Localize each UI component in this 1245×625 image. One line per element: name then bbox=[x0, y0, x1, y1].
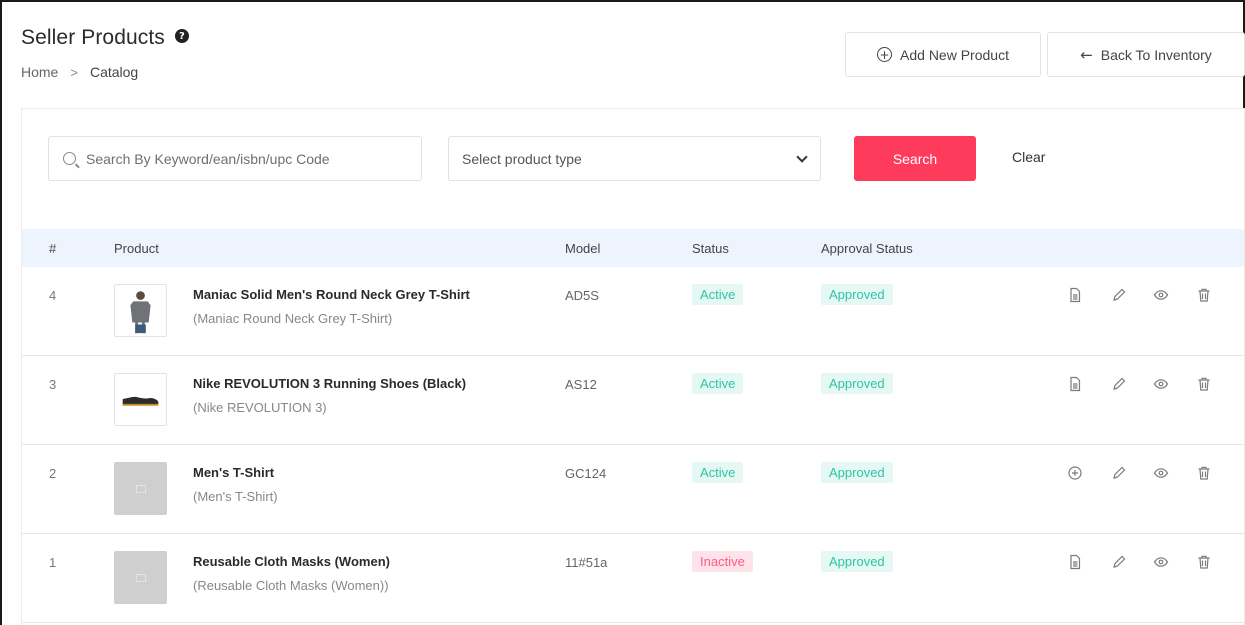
table-row: 1 Reusable Cloth Masks (Women) (Reusable C… bbox=[22, 534, 1244, 623]
eye-icon[interactable] bbox=[1151, 374, 1171, 394]
product-type-select[interactable]: Select product type bbox=[448, 136, 821, 181]
product-image bbox=[114, 284, 167, 337]
product-model: AS12 bbox=[565, 377, 597, 392]
document-icon[interactable] bbox=[1065, 285, 1085, 305]
add-new-product-button[interactable]: + Add New Product bbox=[845, 32, 1041, 77]
table-row: 2 Men's T-Shirt (Men's T-Shirt) GC124 Active… bbox=[22, 445, 1244, 534]
page-title-text: Seller Products bbox=[21, 26, 165, 49]
pencil-icon[interactable] bbox=[1109, 463, 1129, 483]
breadcrumb-current: Catalog bbox=[89, 64, 139, 80]
column-header-product: Product bbox=[114, 241, 159, 256]
add-circle-icon: + bbox=[877, 47, 893, 62]
clear-button[interactable]: Clear bbox=[1012, 149, 1045, 165]
back-to-inventory-label: Back To Inventory bbox=[1100, 46, 1212, 63]
product-name: Maniac Solid Men's Round Neck Grey T-Shi… bbox=[193, 287, 470, 302]
row-index: 2 bbox=[49, 466, 57, 481]
approval-status-badge: Approved bbox=[821, 551, 893, 572]
column-header-model: Model bbox=[565, 241, 601, 256]
trash-icon[interactable] bbox=[1194, 552, 1214, 572]
approval-status-badge: Approved bbox=[821, 284, 893, 305]
table-row: 4 Maniac Solid Men's Round Neck Grey T-Sh… bbox=[22, 267, 1244, 356]
products-card: Select product type Search Clear # Produ… bbox=[21, 108, 1245, 625]
product-model: 11#51a bbox=[565, 555, 608, 570]
chevron-down-icon bbox=[796, 150, 808, 163]
pencil-icon[interactable] bbox=[1109, 552, 1129, 572]
product-model: GC124 bbox=[565, 466, 607, 481]
add-new-product-label: Add New Product bbox=[900, 46, 1009, 63]
eye-icon[interactable] bbox=[1151, 463, 1171, 483]
product-type-select-value: Select product type bbox=[462, 150, 582, 167]
trash-icon[interactable] bbox=[1194, 374, 1214, 394]
product-image-placeholder bbox=[114, 462, 167, 515]
image-placeholder-icon bbox=[135, 484, 146, 493]
trash-icon[interactable] bbox=[1194, 285, 1214, 305]
back-to-inventory-button[interactable]: ← Back To Inventory bbox=[1047, 32, 1245, 77]
search-button[interactable]: Search bbox=[854, 136, 976, 181]
approval-status-badge: Approved bbox=[821, 373, 893, 394]
product-subtitle: (Reusable Cloth Masks (Women)) bbox=[193, 578, 389, 593]
product-name: Nike REVOLUTION 3 Running Shoes (Black) bbox=[193, 376, 467, 391]
approval-status-badge: Approved bbox=[821, 462, 893, 483]
pencil-icon[interactable] bbox=[1109, 374, 1129, 394]
row-index: 3 bbox=[49, 377, 57, 392]
status-badge: Active bbox=[692, 373, 744, 394]
document-icon[interactable] bbox=[1065, 552, 1085, 572]
row-index: 4 bbox=[49, 288, 57, 303]
search-icon bbox=[63, 152, 76, 165]
product-subtitle: (Nike REVOLUTION 3) bbox=[193, 400, 327, 415]
search-field[interactable] bbox=[48, 136, 422, 181]
add-circle-icon[interactable] bbox=[1065, 463, 1085, 483]
product-image bbox=[114, 373, 167, 426]
status-badge: Active bbox=[692, 284, 744, 305]
column-header-approval-status: Approval Status bbox=[821, 241, 913, 256]
product-name: Reusable Cloth Masks (Women) bbox=[193, 554, 390, 569]
document-icon[interactable] bbox=[1065, 374, 1085, 394]
status-badge: Active bbox=[692, 462, 744, 483]
column-header-index: # bbox=[49, 241, 57, 256]
trash-icon[interactable] bbox=[1194, 463, 1214, 483]
status-badge: Inactive bbox=[692, 551, 753, 572]
breadcrumb: Home > Catalog bbox=[21, 64, 138, 80]
eye-icon[interactable] bbox=[1151, 285, 1171, 305]
breadcrumb-separator: > bbox=[70, 64, 78, 80]
page-title: Seller Products ? bbox=[21, 26, 189, 50]
product-image-placeholder bbox=[114, 551, 167, 604]
product-subtitle: (Men's T-Shirt) bbox=[193, 489, 278, 504]
eye-icon[interactable] bbox=[1151, 552, 1171, 572]
column-header-status: Status bbox=[692, 241, 729, 256]
table-row: 3 Nike REVOLUTION 3 Running Shoes (Black)… bbox=[22, 356, 1244, 445]
image-placeholder-icon bbox=[135, 573, 146, 582]
product-name: Men's T-Shirt bbox=[193, 465, 275, 480]
arrow-left-icon: ← bbox=[1080, 45, 1093, 64]
table-header: # Product Model Status Approval Status bbox=[22, 229, 1244, 267]
search-input[interactable] bbox=[86, 150, 406, 167]
row-index: 1 bbox=[49, 555, 57, 570]
help-icon[interactable]: ? bbox=[174, 29, 189, 43]
pencil-icon[interactable] bbox=[1109, 285, 1129, 305]
product-model: AD5S bbox=[565, 288, 599, 303]
breadcrumb-home[interactable]: Home bbox=[21, 64, 58, 80]
product-subtitle: (Maniac Round Neck Grey T-Shirt) bbox=[193, 311, 393, 326]
